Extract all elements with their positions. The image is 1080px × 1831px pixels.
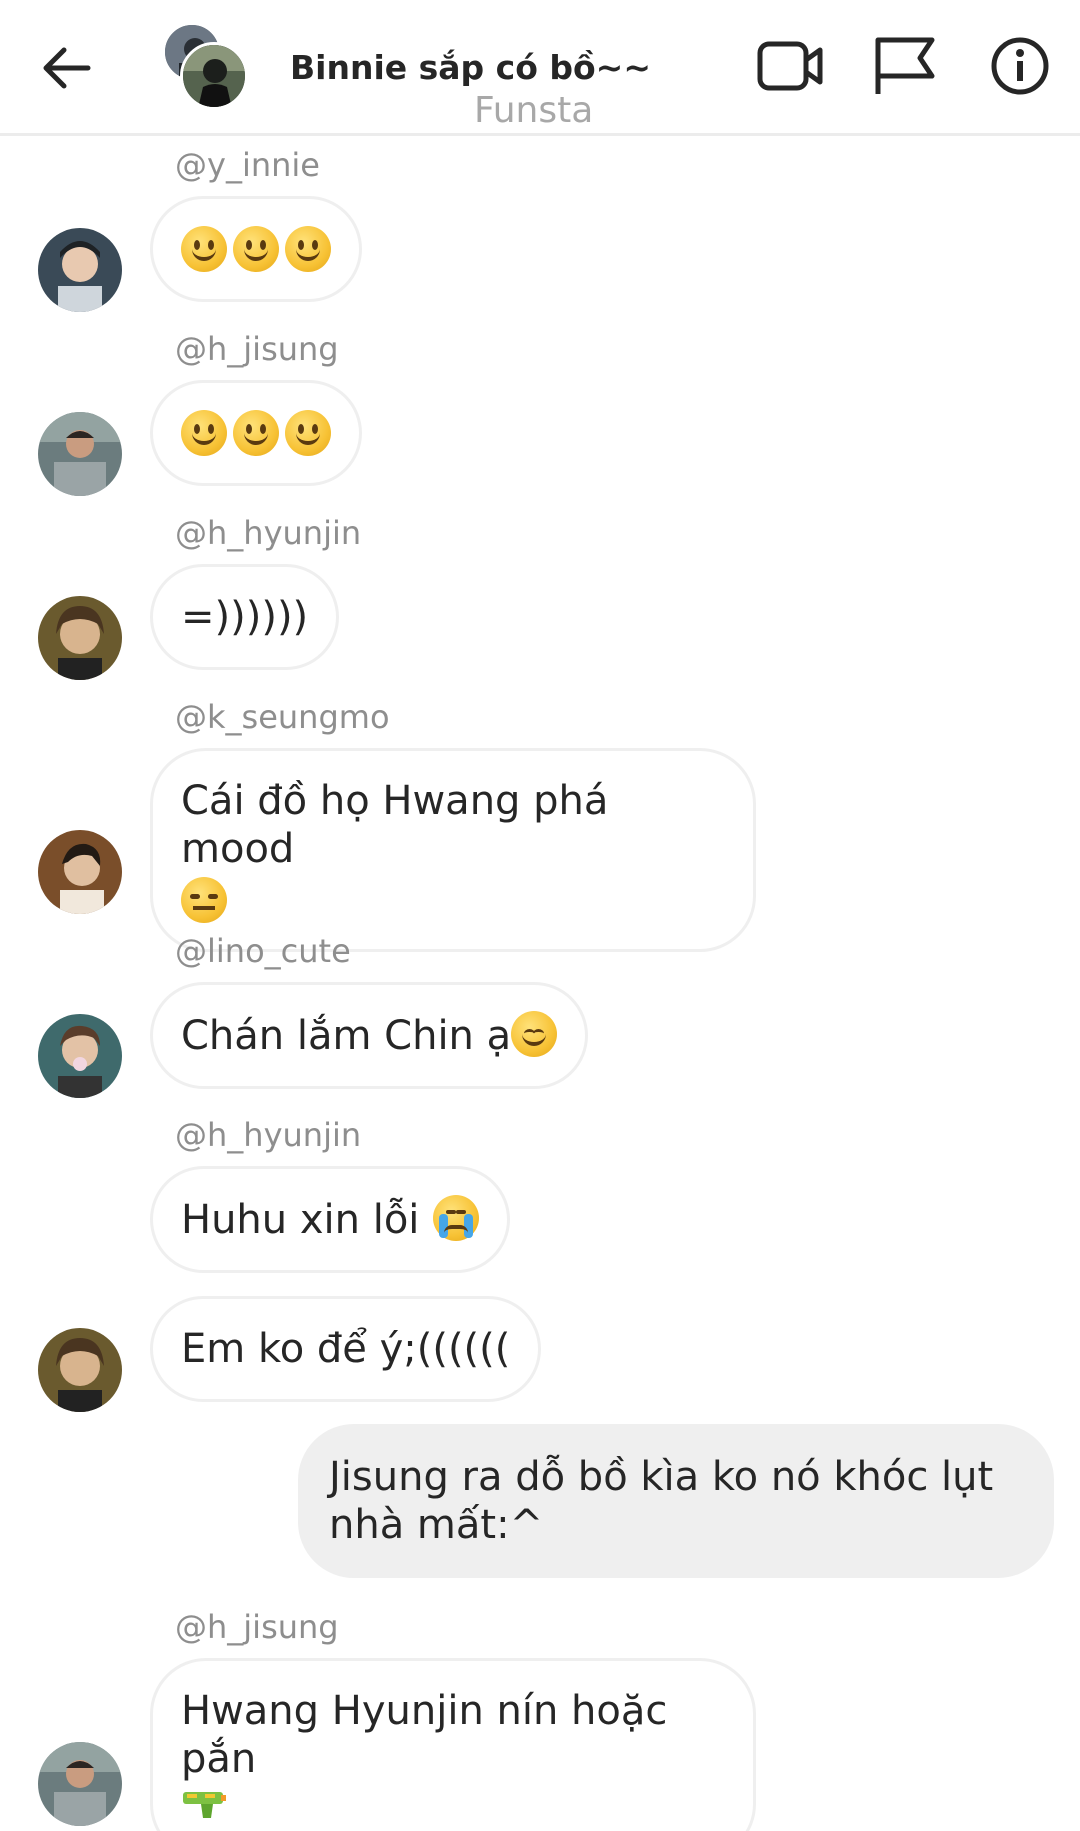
message-bubble[interactable]: Hwang Hyunjin nín hoặc pắn: [150, 1658, 756, 1831]
slightly-smiling-face-icon: [285, 226, 331, 272]
message-bubble[interactable]: =)))))): [150, 564, 340, 670]
group-member-avatar: [180, 42, 248, 110]
water-pistol-icon: [183, 1792, 226, 1818]
avatar[interactable]: [38, 1014, 122, 1098]
unamused-face-icon: [181, 877, 227, 923]
sender-username[interactable]: @h_hyunjin: [175, 514, 361, 552]
message-text: Cái đồ họ Hwang phá mood: [181, 778, 609, 872]
message-text: Em ko để ý;((((((: [181, 1326, 511, 1372]
chat-screen: Binnie sắp có bồ~~ Funsta @y_innie @h_ji…: [0, 0, 1080, 1831]
avatar[interactable]: [38, 412, 122, 496]
chat-header: Binnie sắp có bồ~~ Funsta: [0, 0, 1080, 136]
message-bubble[interactable]: [150, 196, 362, 302]
message-text: =)))))): [181, 594, 309, 640]
message-text: Huhu xin lỗi: [181, 1197, 420, 1243]
slightly-smiling-face-icon: [233, 226, 279, 272]
avatar[interactable]: [38, 596, 122, 680]
flag-icon[interactable]: [872, 34, 942, 98]
sender-username[interactable]: @h_jisung: [175, 330, 339, 368]
slightly-smiling-face-icon: [181, 226, 227, 272]
avatar[interactable]: [38, 228, 122, 312]
chat-title[interactable]: Binnie sắp có bồ~~: [290, 48, 710, 87]
avatar[interactable]: [38, 1328, 122, 1412]
message-text: Jisung ra dỗ bồ kìa ko nó khóc lụt nhà m…: [329, 1454, 994, 1548]
slightly-smiling-face-icon: [285, 410, 331, 456]
slightly-smiling-face-icon: [181, 410, 227, 456]
loudly-crying-face-icon: [433, 1195, 480, 1241]
message-bubble[interactable]: Chán lắm Chin ạ: [150, 982, 589, 1089]
emoji-row: [181, 409, 331, 457]
message-bubble[interactable]: Em ko để ý;((((((: [150, 1296, 542, 1402]
group-avatar[interactable]: [162, 22, 252, 110]
sender-username[interactable]: @k_seungmo: [175, 698, 390, 736]
message-text: Chán lắm Chin ạ: [181, 1013, 512, 1059]
video-call-icon[interactable]: [756, 34, 826, 98]
relieved-face-icon: [511, 1011, 558, 1057]
avatar[interactable]: [38, 1742, 122, 1826]
sender-username[interactable]: @lino_cute: [175, 932, 351, 970]
message-bubble[interactable]: Huhu xin lỗi: [150, 1166, 511, 1273]
sender-username[interactable]: @h_hyunjin: [175, 1116, 361, 1154]
info-icon[interactable]: [988, 34, 1058, 98]
message-bubble[interactable]: Cái đồ họ Hwang phá mood: [150, 748, 756, 952]
avatar[interactable]: [38, 830, 122, 914]
my-message-bubble[interactable]: Jisung ra dỗ bồ kìa ko nó khóc lụt nhà m…: [298, 1424, 1054, 1578]
sender-username[interactable]: @y_innie: [175, 146, 320, 184]
sender-username[interactable]: @h_jisung: [175, 1608, 339, 1646]
back-arrow-icon[interactable]: [38, 40, 94, 96]
message-bubble[interactable]: [150, 380, 362, 486]
message-text: Hwang Hyunjin nín hoặc pắn: [181, 1688, 668, 1782]
chat-subtitle: Funsta: [474, 90, 594, 131]
emoji-row: [181, 225, 331, 273]
slightly-smiling-face-icon: [233, 410, 279, 456]
